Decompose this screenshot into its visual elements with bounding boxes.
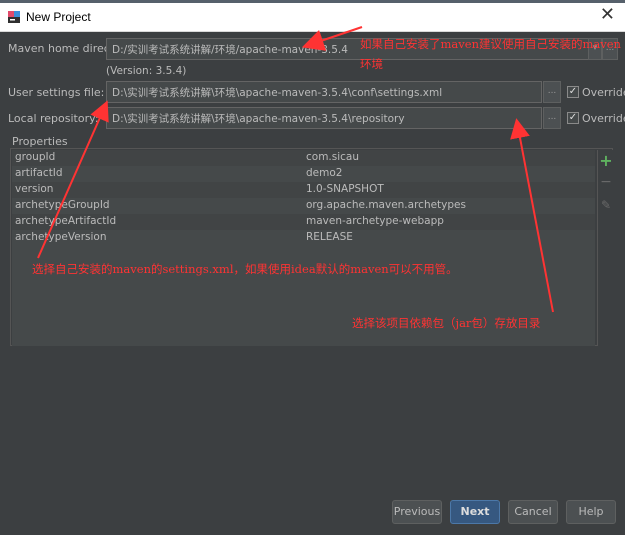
properties-toolbar: + − ✎ xyxy=(597,150,613,346)
edit-icon[interactable]: ✎ xyxy=(598,198,614,212)
table-row[interactable]: archetypeVersion RELEASE xyxy=(12,230,595,246)
property-value: maven-archetype-webapp xyxy=(306,215,444,227)
maven-home-annotation: 如果自己安装了maven建议使用自己安装的maven xyxy=(360,37,621,51)
local-repository-field[interactable]: D:\实训考试系统讲解\环境\apache-maven-3.5.4\reposi… xyxy=(106,107,542,129)
property-key: artifactId xyxy=(15,167,63,179)
title-bar-strip xyxy=(0,0,625,3)
window-title: New Project xyxy=(26,10,91,24)
local-repository-override-label: Override xyxy=(582,112,625,125)
maven-version-text: (Version: 3.5.4) xyxy=(106,65,187,77)
table-row[interactable]: archetypeGroupId org.apache.maven.archet… xyxy=(12,198,595,214)
user-settings-override-label: Override xyxy=(582,86,625,99)
table-row[interactable]: version 1.0-SNAPSHOT xyxy=(12,182,595,198)
cancel-button[interactable]: Cancel xyxy=(508,500,558,524)
property-key: version xyxy=(15,183,54,195)
property-key: archetypeGroupId xyxy=(15,199,110,211)
settings-annotation: 选择自己安装的maven的settings.xml，如果使用idea默认的mav… xyxy=(32,262,458,276)
intellij-app-icon xyxy=(8,11,20,23)
previous-button[interactable]: Previous xyxy=(392,500,442,524)
title-bar: New Project ✕ xyxy=(0,0,625,32)
help-button[interactable]: Help xyxy=(566,500,616,524)
user-settings-field[interactable]: D:\实训考试系统讲解\环境\apache-maven-3.5.4\conf\s… xyxy=(106,81,542,103)
user-settings-browse-button[interactable]: ... xyxy=(543,81,561,103)
property-key: groupId xyxy=(15,151,56,163)
table-row[interactable]: artifactId demo2 xyxy=(12,166,595,182)
local-repository-override-checkbox[interactable]: ✓ xyxy=(567,112,579,124)
maven-home-annotation-line2: 环境 xyxy=(360,57,383,71)
remove-icon[interactable]: − xyxy=(598,174,614,190)
property-value: com.sicau xyxy=(306,151,360,163)
local-repository-browse-button[interactable]: ... xyxy=(543,107,561,129)
user-settings-override-checkbox[interactable]: ✓ xyxy=(567,86,579,98)
table-row[interactable]: archetypeArtifactId maven-archetype-weba… xyxy=(12,214,595,230)
property-value: 1.0-SNAPSHOT xyxy=(306,183,384,195)
property-value: org.apache.maven.archetypes xyxy=(306,199,466,211)
next-button[interactable]: Next xyxy=(450,500,500,524)
property-key: archetypeVersion xyxy=(15,231,107,243)
table-row[interactable]: groupId com.sicau xyxy=(12,150,595,166)
property-key: archetypeArtifactId xyxy=(15,215,117,227)
close-icon[interactable]: ✕ xyxy=(600,6,615,24)
property-value: demo2 xyxy=(306,167,343,179)
properties-legend: Properties xyxy=(12,135,68,148)
user-settings-label: User settings file: xyxy=(8,86,105,99)
add-icon[interactable]: + xyxy=(598,151,614,170)
local-repository-label: Local repository: xyxy=(8,112,99,125)
property-value: RELEASE xyxy=(306,231,353,243)
repo-annotation: 选择该项目依赖包（jar包）存放目录 xyxy=(352,316,541,330)
